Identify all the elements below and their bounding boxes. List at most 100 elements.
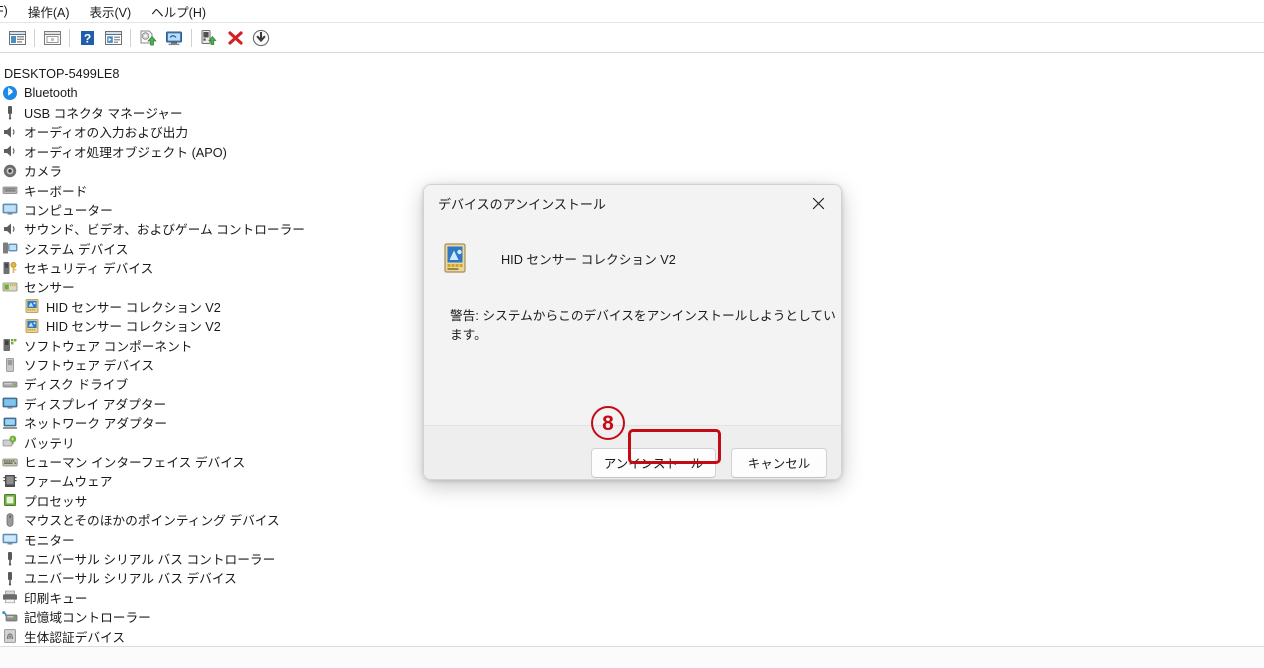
tree-item-label: ヒューマン インターフェイス デバイス xyxy=(24,456,246,470)
enable-device-icon[interactable] xyxy=(196,26,222,50)
keyboard-icon xyxy=(2,182,18,198)
software-component-icon xyxy=(2,337,18,353)
battery-icon xyxy=(2,434,18,450)
status-bar xyxy=(0,646,1264,668)
properties-icon[interactable] xyxy=(4,26,30,50)
menu-item-view[interactable]: 表示(V) xyxy=(79,0,141,23)
scan-hardware-icon[interactable] xyxy=(161,26,187,50)
help-icon[interactable]: ? xyxy=(74,26,100,50)
monitor-icon xyxy=(2,531,18,547)
mouse-icon xyxy=(2,512,18,528)
tree-item-monitors[interactable]: モニター xyxy=(0,529,1264,548)
toolbar: ? xyxy=(0,23,1264,53)
biometric-device-icon xyxy=(2,628,18,644)
firmware-icon xyxy=(2,473,18,489)
tree-item-label: オーディオの入力および出力 xyxy=(24,126,189,141)
tree-item-label: USB コネクタ マネージャー xyxy=(24,106,183,121)
dialog-button-bar: アンインストール キャンセル xyxy=(424,425,841,479)
security-device-icon xyxy=(2,260,18,276)
tree-item-usb-connector-manager[interactable]: USB コネクタ マネージャー xyxy=(0,103,1264,122)
audio-icon xyxy=(2,143,18,159)
tree-item-label: カメラ xyxy=(24,165,63,180)
tree-item-label: コンピューター xyxy=(24,203,113,218)
dialog-device-name: HID センサー コレクション V2 xyxy=(501,252,676,267)
usb-icon xyxy=(2,550,18,567)
help-window-icon[interactable] xyxy=(39,26,65,50)
tree-item-storage-controllers[interactable]: 記憶域コントローラー xyxy=(0,607,1264,626)
tree-root-node[interactable]: DESKTOP-5499LE8 xyxy=(0,64,1264,83)
menu-bar: F) 操作(A) 表示(V) ヘルプ(H) xyxy=(0,0,1264,23)
svg-text:?: ? xyxy=(83,31,90,45)
tree-item-label: センサー xyxy=(24,281,75,296)
tree-item-mice-and-pointing-devices[interactable]: マウスとそのほかのポインティング デバイス xyxy=(0,510,1264,529)
tree-item-bluetooth[interactable]: Bluetooth xyxy=(0,83,1264,102)
usb-icon xyxy=(2,570,18,586)
camera-icon xyxy=(2,163,18,179)
toolbar-separator-3 xyxy=(130,28,131,47)
hid-sensor-icon xyxy=(24,318,40,334)
storage-controller-icon xyxy=(2,609,18,625)
print-queue-icon xyxy=(2,589,18,605)
tree-item-processors[interactable]: プロセッサ xyxy=(0,491,1264,510)
tree-item-biometric-devices[interactable]: 生体認証デバイス xyxy=(0,626,1264,645)
toolbar-separator-2 xyxy=(69,28,70,47)
tree-item-label: ネットワーク アダプター xyxy=(24,417,168,432)
dialog-device-line: HID センサー コレクション V2 xyxy=(424,240,841,276)
display-adapter-icon xyxy=(2,395,18,411)
tree-item-usb-controllers[interactable]: ユニバーサル シリアル バス コントローラー xyxy=(0,549,1264,568)
tree-item-label: 印刷キュー xyxy=(24,591,88,606)
tree-item-label: ユニバーサル シリアル バス コントローラー xyxy=(24,552,276,567)
tree-item-audio-processing-object[interactable]: オーディオ処理オブジェクト (APO) xyxy=(0,142,1264,161)
tree-item-label: ユニバーサル シリアル バス デバイス xyxy=(24,572,237,587)
tree-item-label: プロセッサ xyxy=(24,494,88,509)
menu-item-file[interactable]: F) xyxy=(0,2,18,20)
tree-item-label: ディスプレイ アダプター xyxy=(24,397,167,412)
tree-item-label: Bluetooth xyxy=(24,86,78,101)
tree-item-label: セキュリティ デバイス xyxy=(24,262,154,277)
disable-device-icon[interactable] xyxy=(248,26,274,50)
tree-item-label: HID センサー コレクション V2 xyxy=(46,300,221,315)
menu-item-action[interactable]: 操作(A) xyxy=(18,0,80,23)
tree-item-camera[interactable]: カメラ xyxy=(0,161,1264,180)
toolbar-separator-4 xyxy=(191,28,192,47)
tree-item-label: マウスとそのほかのポインティング デバイス xyxy=(24,514,280,529)
hid-icon xyxy=(2,454,18,470)
tree-item-label: 生体認証デバイス xyxy=(24,630,126,645)
sensor-icon xyxy=(2,279,18,295)
tree-item-label: オーディオ処理オブジェクト (APO) xyxy=(24,145,227,160)
tree-item-label: HID センサー コレクション V2 xyxy=(46,320,221,335)
tree-item-print-queues[interactable]: 印刷キュー xyxy=(0,588,1264,607)
tree-item-label: ソフトウェア デバイス xyxy=(24,359,155,374)
hid-sensor-icon xyxy=(24,298,40,314)
bluetooth-icon xyxy=(2,85,18,101)
uninstall-button[interactable]: アンインストール xyxy=(590,447,716,478)
tree-item-label: モニター xyxy=(24,533,75,548)
update-driver-icon[interactable] xyxy=(135,26,161,50)
tree-item-label: ソフトウェア コンポーネント xyxy=(24,339,193,354)
tree-item-label: 記憶域コントローラー xyxy=(24,611,151,626)
dialog-title: デバイスのアンインストール xyxy=(438,196,606,212)
usb-icon xyxy=(2,104,18,121)
tree-root-label: DESKTOP-5499LE8 xyxy=(4,66,120,81)
disk-drive-icon xyxy=(2,376,18,392)
dialog-title-bar: デバイスのアンインストール xyxy=(424,185,841,221)
tree-item-usb-devices[interactable]: ユニバーサル シリアル バス デバイス xyxy=(0,568,1264,587)
processor-icon xyxy=(2,492,18,508)
dialog-warning-text: 警告: システムからこのデバイスをアンインストールしようとしています。 xyxy=(450,309,836,342)
audio-icon xyxy=(2,221,18,237)
tree-item-label: システム デバイス xyxy=(24,242,129,257)
system-device-icon xyxy=(2,240,18,256)
close-icon[interactable] xyxy=(796,187,841,219)
audio-icon xyxy=(2,124,18,140)
tree-item-label: サウンド、ビデオ、およびゲーム コントローラー xyxy=(24,223,305,238)
tree-item-audio-io[interactable]: オーディオの入力および出力 xyxy=(0,122,1264,141)
menu-item-help[interactable]: ヘルプ(H) xyxy=(141,0,216,23)
tree-item-label: バッテリ xyxy=(24,436,75,451)
properties-window-icon[interactable] xyxy=(100,26,126,50)
uninstall-device-dialog: デバイスのアンインストール HID センサー コレクション V2 警告: システ… xyxy=(423,184,842,480)
tree-item-label: ディスク ドライブ xyxy=(24,378,129,393)
tree-item-label: キーボード xyxy=(24,184,88,199)
cancel-button[interactable]: キャンセル xyxy=(731,447,827,478)
uninstall-device-icon[interactable] xyxy=(222,26,248,50)
software-device-icon xyxy=(2,357,18,373)
